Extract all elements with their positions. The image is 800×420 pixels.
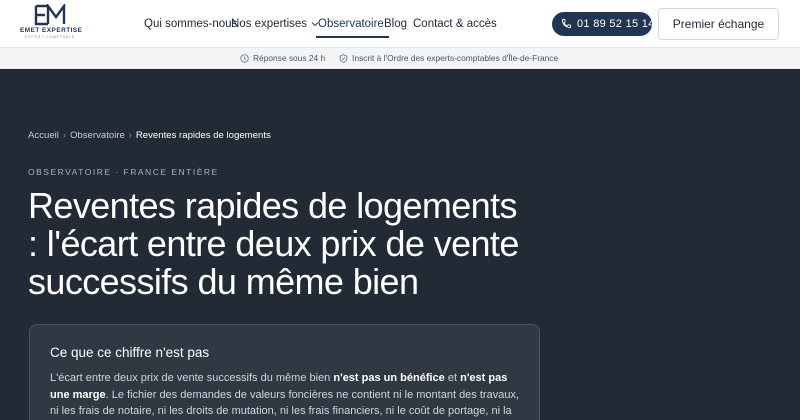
chevron-right-icon: › xyxy=(62,130,66,140)
card-text-part: et xyxy=(444,372,461,384)
disclaimer-card: Ce que ce chiffre n'est pas L'écart entr… xyxy=(29,324,540,420)
nav-item-observatoire[interactable]: Observatoire xyxy=(316,0,389,48)
info-registered-text: Inscrit à l'Ordre des experts-comptables… xyxy=(352,53,559,63)
shield-check-icon xyxy=(339,54,348,63)
card-title: Ce que ce chiffre n'est pas xyxy=(50,345,210,360)
nav-item-contact[interactable]: Contact & accès xyxy=(413,0,497,48)
phone-button[interactable]: 01 89 52 15 14 xyxy=(552,12,655,36)
breadcrumb: Accueil › Observatoire › Reventes rapides de… xyxy=(28,129,271,142)
chevron-right-icon: › xyxy=(128,130,132,140)
card-text-emphasis: n'est pas un bénéfice xyxy=(333,372,445,384)
breadcrumb-home[interactable]: Accueil xyxy=(28,130,59,141)
logo[interactable]: EMET EXPERTISE EXPERT-COMPTABLE xyxy=(20,4,83,44)
info-response-text: Réponse sous 24 h xyxy=(253,53,326,63)
info-bar: Réponse sous 24 h Inscrit à l'Ordre des … xyxy=(0,48,800,69)
phone-icon xyxy=(561,18,572,29)
card-text-part: . Le fichier des demandes de valeurs fon… xyxy=(50,388,519,418)
logo-tagline: EXPERT-COMPTABLE xyxy=(24,35,75,39)
logo-mark-icon xyxy=(34,4,66,26)
hero-section: Accueil › Observatoire › Reventes rapides de… xyxy=(0,70,800,420)
logo-name: EMET EXPERTISE xyxy=(20,27,83,34)
info-registered: Inscrit à l'Ordre des experts-comptables… xyxy=(339,48,558,68)
info-response: Réponse sous 24 h xyxy=(240,48,325,68)
card-text: L'écart entre deux prix de vente success… xyxy=(50,370,520,420)
nav-item-qui-sommes-nous[interactable]: Qui sommes-nous xyxy=(144,0,237,48)
breadcrumb-observatoire[interactable]: Observatoire xyxy=(70,130,125,141)
page-title: Reventes rapides de logements : l'écart … xyxy=(28,185,519,302)
nav-item-blog[interactable]: Blog xyxy=(384,0,407,48)
site-header: EMET EXPERTISE EXPERT-COMPTABLE Qui somm… xyxy=(0,0,800,48)
clock-icon xyxy=(240,54,249,63)
nav-item-label: Nos expertises xyxy=(231,18,308,30)
premier-echange-button[interactable]: Premier échange xyxy=(658,8,779,40)
breadcrumb-current: Reventes rapides de logements xyxy=(135,130,271,141)
nav-item-nos-expertises[interactable]: Nos expertises xyxy=(231,0,319,48)
page-overline: OBSERVATOIRE · FRANCE ENTIÈRE xyxy=(28,167,219,177)
phone-number: 01 89 52 15 14 xyxy=(577,18,655,30)
card-text-part: L'écart entre deux prix de vente success… xyxy=(50,372,334,384)
